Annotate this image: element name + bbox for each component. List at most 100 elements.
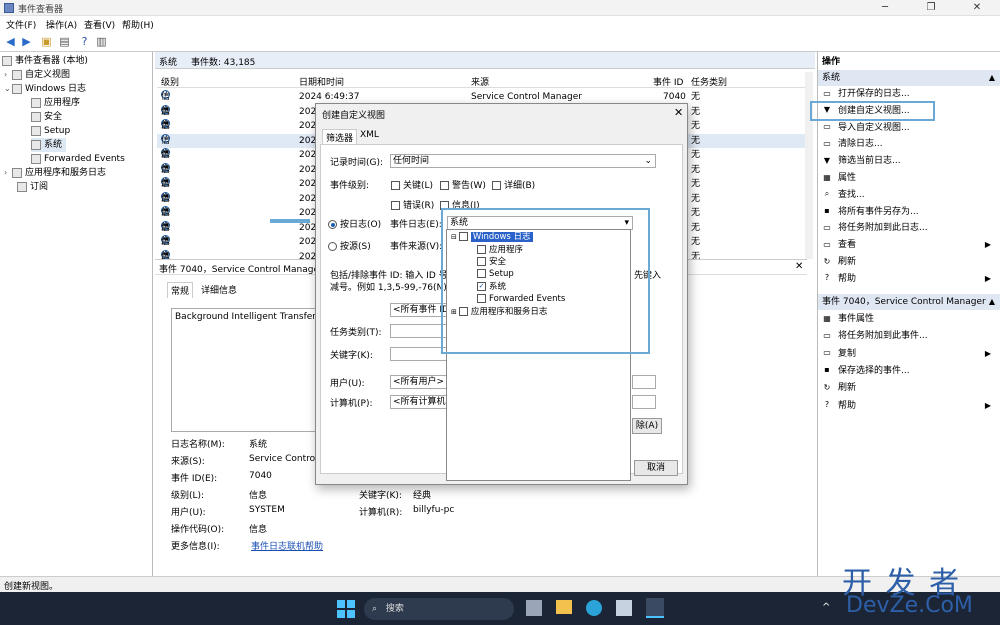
col-source[interactable]: 来源 bbox=[471, 75, 489, 88]
tab-filter[interactable]: 筛选器 bbox=[322, 129, 358, 145]
computer-input[interactable]: <所有计算机> bbox=[390, 395, 450, 409]
level-verbose[interactable]: 详细(B) bbox=[492, 178, 535, 191]
level-warning[interactable]: 警告(W) bbox=[440, 178, 486, 191]
action-pane-icon[interactable]: ▥ bbox=[95, 35, 108, 48]
clear-button[interactable]: 除(A) bbox=[632, 418, 662, 434]
cancel-button[interactable]: 取消 bbox=[634, 460, 678, 476]
col-level[interactable]: 级别 bbox=[161, 75, 179, 88]
folder-up-icon[interactable]: ▣ bbox=[40, 35, 53, 48]
close-button[interactable]: ✕ bbox=[954, 0, 1000, 16]
action-item[interactable]: ↻ 刷新 bbox=[822, 380, 997, 396]
computer-value: billyfu-pc bbox=[413, 505, 455, 515]
chevron-up-icon[interactable]: ^ bbox=[822, 602, 830, 613]
level-error[interactable]: 错误(R) bbox=[391, 198, 434, 211]
store-icon[interactable] bbox=[616, 600, 632, 616]
task-view-icon[interactable] bbox=[526, 600, 542, 616]
online-help-link[interactable]: 事件日志联机帮助 bbox=[251, 539, 323, 552]
title-bar: 事件查看器 ─ ❐ ✕ bbox=[0, 0, 1000, 16]
event-viewer-taskbar-icon[interactable] bbox=[646, 598, 664, 618]
user-input-tail[interactable] bbox=[632, 375, 656, 389]
console-tree-icon[interactable]: ▤ bbox=[58, 35, 71, 48]
tree-log-application[interactable]: 应用程序 bbox=[31, 96, 80, 110]
actions-section-event[interactable]: 事件 7040，Service Control Manager ▲ bbox=[818, 294, 1000, 310]
computer-input-tail[interactable] bbox=[632, 395, 656, 409]
tab-general[interactable]: 常规 bbox=[167, 282, 194, 298]
menu-help[interactable]: 帮助(H) bbox=[122, 18, 154, 31]
properties-icon: ▦ bbox=[823, 172, 831, 182]
expand-icon[interactable]: › bbox=[4, 68, 12, 82]
tree-log-security[interactable]: 安全 bbox=[31, 110, 62, 124]
action-item[interactable]: ▪ 保存选择的事件... bbox=[822, 363, 997, 379]
dialog-close-icon[interactable]: ✕ bbox=[674, 106, 683, 119]
checkbox[interactable] bbox=[391, 201, 400, 210]
tree-subscriptions[interactable]: 订阅 bbox=[17, 180, 48, 194]
checkbox[interactable] bbox=[391, 181, 400, 190]
tree-windows-logs[interactable]: ⌄ Windows 日志 bbox=[4, 82, 86, 96]
folder-icon bbox=[12, 167, 22, 178]
action-item[interactable]: ? 帮助 ▶ bbox=[822, 271, 997, 287]
submenu-arrow-icon: ▶ bbox=[984, 273, 991, 283]
action-item[interactable]: ▭ 复制 ▶ bbox=[822, 346, 997, 362]
action-item[interactable]: ▭ 清除日志... bbox=[822, 136, 997, 152]
radio[interactable] bbox=[328, 220, 337, 229]
file-explorer-icon[interactable] bbox=[556, 600, 572, 614]
action-item[interactable]: ▭ 导入自定义视图... bbox=[822, 120, 997, 136]
radio[interactable] bbox=[328, 242, 337, 251]
menu-view[interactable]: 查看(V) bbox=[84, 18, 115, 31]
col-date[interactable]: 日期和时间 bbox=[299, 75, 344, 88]
action-item[interactable]: ▭ 打开保存的日志... bbox=[822, 86, 997, 102]
logged-select[interactable]: 任何时间 ⌄ bbox=[390, 154, 656, 168]
start-icon[interactable] bbox=[337, 600, 355, 618]
radio-by-log[interactable]: 按日志(O) bbox=[328, 217, 381, 230]
checkbox[interactable] bbox=[492, 181, 501, 190]
collapse-icon[interactable]: ▲ bbox=[989, 70, 995, 86]
expand-icon[interactable]: › bbox=[4, 166, 12, 180]
taskbar-search[interactable]: ⌕ 搜索 bbox=[364, 598, 514, 620]
refresh-icon: ↻ bbox=[823, 256, 831, 266]
task-icon: ▭ bbox=[823, 222, 831, 232]
forward-icon[interactable]: ▶ bbox=[20, 35, 33, 48]
action-item[interactable]: ▦ 事件属性 bbox=[822, 311, 997, 327]
tree-log-forwarded[interactable]: Forwarded Events bbox=[31, 152, 125, 166]
tab-xml[interactable]: XML bbox=[360, 130, 379, 140]
tree-custom-views[interactable]: › 自定义视图 bbox=[4, 68, 70, 82]
edge-icon[interactable] bbox=[586, 600, 602, 616]
tree-app-service-logs[interactable]: › 应用程序和服务日志 bbox=[4, 166, 106, 180]
action-item[interactable]: ▭ 将任务附加到此事件... bbox=[822, 328, 997, 344]
refresh-icon: ↻ bbox=[823, 382, 831, 392]
actions-section-system[interactable]: 系统 ▲ bbox=[818, 70, 1000, 86]
collapse-icon[interactable]: ⌄ bbox=[4, 82, 12, 96]
checkbox[interactable] bbox=[440, 181, 449, 190]
tree-root[interactable]: 事件查看器 (本地) bbox=[2, 54, 88, 68]
chevron-down-icon: ⌄ bbox=[644, 156, 652, 166]
action-item[interactable]: ▭ 将任务附加到此日志... bbox=[822, 220, 997, 236]
help-icon[interactable]: ? bbox=[78, 35, 91, 48]
close-detail-icon[interactable]: ✕ bbox=[795, 261, 803, 272]
collapse-icon[interactable]: ▲ bbox=[989, 294, 995, 310]
back-icon[interactable]: ◀ bbox=[4, 35, 17, 48]
action-item[interactable]: ⌕ 查找... bbox=[822, 187, 997, 203]
copy-icon: ▭ bbox=[823, 348, 831, 358]
radio-by-source[interactable]: 按源(S) bbox=[328, 239, 371, 252]
actions-pane: 操作 系统 ▲ ▭ 打开保存的日志... ▼ 创建自定义视图... ▭ 导入自定义视图...… bbox=[817, 52, 1000, 576]
col-task[interactable]: 任务类别 bbox=[691, 75, 727, 88]
col-event-id[interactable]: 事件 ID bbox=[653, 75, 683, 88]
find-icon: ⌕ bbox=[824, 189, 830, 199]
maximize-button[interactable]: ❐ bbox=[908, 0, 954, 16]
tree-log-setup[interactable]: Setup bbox=[31, 124, 70, 138]
action-item[interactable]: ▭ 查看 ▶ bbox=[822, 237, 997, 253]
user-input[interactable]: <所有用户> bbox=[390, 375, 450, 389]
action-item[interactable]: ? 帮助 ▶ bbox=[822, 398, 997, 414]
action-item[interactable]: ▪ 将所有事件另存为... bbox=[822, 204, 997, 220]
tree-log-system[interactable]: 系统 bbox=[31, 138, 67, 152]
folder-open-icon: ▭ bbox=[823, 88, 831, 98]
minimize-button[interactable]: ─ bbox=[862, 0, 908, 16]
menu-action[interactable]: 操作(A) bbox=[46, 18, 77, 31]
tab-details[interactable]: 详细信息 bbox=[201, 283, 237, 296]
action-item[interactable]: ▦ 属性 bbox=[822, 170, 997, 186]
action-item[interactable]: ▼ 筛选当前日志... bbox=[822, 153, 997, 169]
menu-file[interactable]: 文件(F) bbox=[6, 18, 36, 31]
level-critical[interactable]: 关键(L) bbox=[391, 178, 433, 191]
action-item[interactable]: ↻ 刷新 bbox=[822, 254, 997, 270]
event-description: Background Intelligent Transfer Se bbox=[171, 308, 321, 432]
